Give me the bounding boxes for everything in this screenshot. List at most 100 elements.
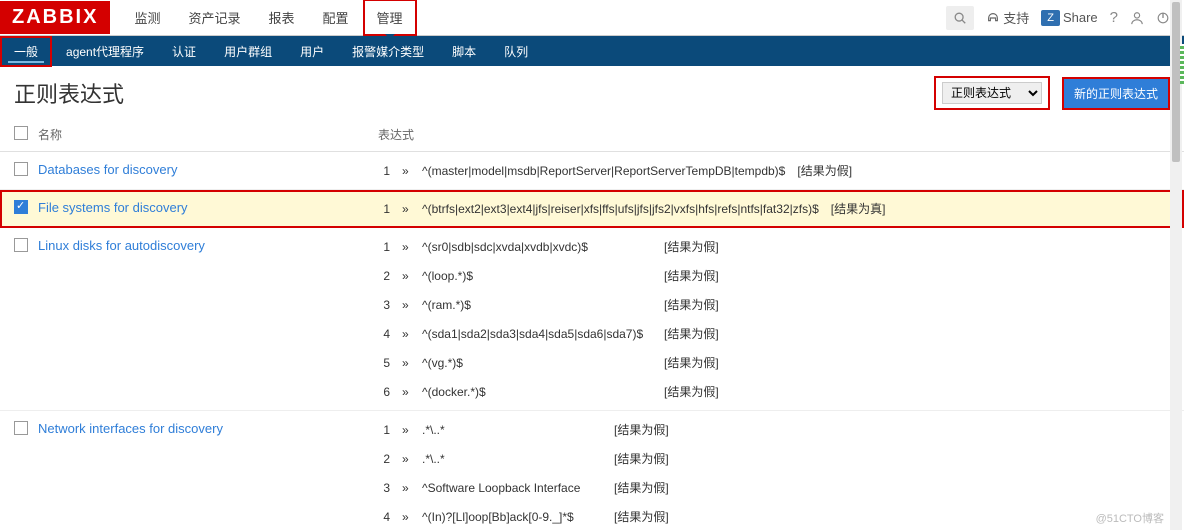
subnav-item-7[interactable]: 队列 [490, 36, 542, 67]
topnav-item-2[interactable]: 报表 [254, 0, 308, 36]
top-nav: 监测资产记录报表配置管理 [120, 0, 946, 36]
expr-index: 1 [378, 202, 390, 216]
expression-line: 1»^(master|model|msdb|ReportServer|Repor… [378, 162, 1170, 179]
subnav-item-3[interactable]: 用户群组 [210, 36, 286, 67]
expr-result: [结果为假] [614, 450, 669, 467]
logout-button[interactable] [1156, 11, 1170, 25]
arrow-icon: » [402, 164, 410, 178]
expression-line: 1».*\..*[结果为假] [378, 421, 1170, 438]
expression-line: 3 » ^Software Loopback Interface [结果为假] [378, 479, 1170, 496]
expr-result: [结果为假] [664, 325, 719, 342]
arrow-icon: » [402, 385, 410, 399]
expr-result: [结果为假] [797, 162, 852, 179]
expr-result: [结果为假] [614, 508, 669, 525]
row-checkbox[interactable] [14, 200, 28, 214]
expr-pattern: ^(sda1|sda2|sda3|sda4|sda5|sda6|sda7)$ [422, 327, 652, 341]
table-row: Linux disks for autodiscovery1»^(sr0|sdb… [0, 228, 1184, 411]
regexp-name-link[interactable]: Network interfaces for discovery [38, 421, 223, 436]
table-row: File systems for discovery1»^(btrfs|ext2… [0, 190, 1184, 228]
expr-index: 1 [378, 164, 390, 178]
side-indicator [1180, 44, 1184, 84]
expr-index: 1 [378, 240, 390, 254]
title-row: 正则表达式 正则表达式 新的正则表达式 [0, 66, 1184, 118]
regexp-name-link[interactable]: Databases for discovery [38, 162, 177, 177]
expr-result: [结果为假] [664, 267, 719, 284]
support-link[interactable]: 支持 [986, 8, 1029, 27]
select-all-checkbox[interactable] [14, 126, 28, 140]
topnav-item-3[interactable]: 配置 [309, 0, 363, 36]
share-badge: Z [1041, 10, 1060, 26]
arrow-icon: » [402, 269, 410, 283]
expr-index: 4 [378, 510, 390, 524]
support-label: 支持 [1003, 8, 1029, 27]
expr-pattern: .*\..* [422, 423, 602, 437]
user-button[interactable] [1130, 11, 1144, 25]
expr-result: [结果为假] [614, 479, 669, 496]
row-checkbox[interactable] [14, 421, 28, 435]
subnav-item-1[interactable]: agent代理程序 [52, 36, 158, 67]
expression-line: 4»^(In)?[Ll]oop[Bb]ack[0-9._]*$[结果为假] [378, 508, 1170, 525]
type-select[interactable]: 正则表达式 [942, 82, 1042, 104]
topnav-item-4[interactable]: 管理 [363, 0, 417, 36]
scrollbar-thumb[interactable] [1172, 2, 1180, 162]
expr-index: 2 [378, 452, 390, 466]
power-icon [1156, 11, 1170, 25]
expr-result: [结果为假] [664, 383, 719, 400]
expr-pattern: .*\..* [422, 452, 602, 466]
expression-line: 5»^(vg.*)$[结果为假] [378, 354, 1170, 371]
arrow-icon: » [402, 481, 410, 495]
search-icon [953, 11, 967, 25]
top-right: 支持 Z Share ? [946, 6, 1184, 30]
expr-index: 5 [378, 356, 390, 370]
expr-result: [结果为假] [614, 421, 669, 438]
topnav-item-0[interactable]: 监测 [120, 0, 174, 36]
expression-line: 2 » .*\..* [结果为假] [378, 450, 1170, 467]
subnav-item-4[interactable]: 用户 [286, 36, 338, 67]
expr-pattern: ^(btrfs|ext2|ext3|ext4|jfs|reiser|xfs|ff… [422, 202, 819, 216]
expr-index: 3 [378, 481, 390, 495]
table-row: Network interfaces for discovery 1 » .*\..*… [0, 411, 1184, 530]
expr-result: [结果为假] [664, 296, 719, 313]
expr-index: 4 [378, 327, 390, 341]
logo: ZABBIX [0, 1, 110, 34]
expr-pattern: ^(docker.*)$ [422, 385, 652, 399]
topnav-item-1[interactable]: 资产记录 [174, 0, 254, 36]
expression-line: 2 » ^(loop.*)$ [结果为假] [378, 267, 1170, 284]
expr-pattern: ^(loop.*)$ [422, 269, 652, 283]
regexp-name-link[interactable]: Linux disks for autodiscovery [38, 238, 205, 253]
arrow-icon: » [402, 510, 410, 524]
row-checkbox[interactable] [14, 238, 28, 252]
expr-index: 3 [378, 298, 390, 312]
expr-index: 6 [378, 385, 390, 399]
arrow-icon: » [402, 452, 410, 466]
type-select-wrap: 正则表达式 [934, 76, 1050, 110]
expr-pattern: ^(ram.*)$ [422, 298, 652, 312]
user-icon [1130, 11, 1144, 25]
column-name-header: 名称 [38, 126, 378, 143]
subnav-item-6[interactable]: 脚本 [438, 36, 490, 67]
arrow-icon: » [402, 298, 410, 312]
search-button[interactable] [946, 6, 974, 30]
subnav-item-2[interactable]: 认证 [158, 36, 210, 67]
expr-pattern: ^(vg.*)$ [422, 356, 652, 370]
expr-pattern: ^Software Loopback Interface [422, 481, 602, 495]
expr-result: [结果为真] [831, 200, 886, 217]
row-checkbox[interactable] [14, 162, 28, 176]
subnav-item-0[interactable]: 一般 [0, 36, 52, 67]
expr-result: [结果为假] [664, 354, 719, 371]
headset-icon [986, 11, 1000, 25]
expression-line: 6 » ^(docker.*)$ [结果为假] [378, 383, 1170, 400]
expr-index: 2 [378, 269, 390, 283]
top-bar: ZABBIX 监测资产记录报表配置管理 支持 Z Share ? [0, 0, 1184, 36]
share-link[interactable]: Z Share [1041, 10, 1097, 26]
arrow-icon: » [402, 327, 410, 341]
table-header: 名称 表达式 [0, 118, 1184, 152]
expr-index: 1 [378, 423, 390, 437]
expression-line: 1»^(sr0|sdb|sdc|xvda|xvdb|xvdc)$[结果为假] [378, 238, 1170, 255]
arrow-icon: » [402, 240, 410, 254]
column-expr-header: 表达式 [378, 126, 1170, 143]
regexp-name-link[interactable]: File systems for discovery [38, 200, 188, 215]
new-regexp-button[interactable]: 新的正则表达式 [1062, 77, 1170, 110]
expression-line: 4 » ^(sda1|sda2|sda3|sda4|sda5|sda6|sda7)$… [378, 325, 1170, 342]
help-button[interactable]: ? [1110, 9, 1118, 26]
